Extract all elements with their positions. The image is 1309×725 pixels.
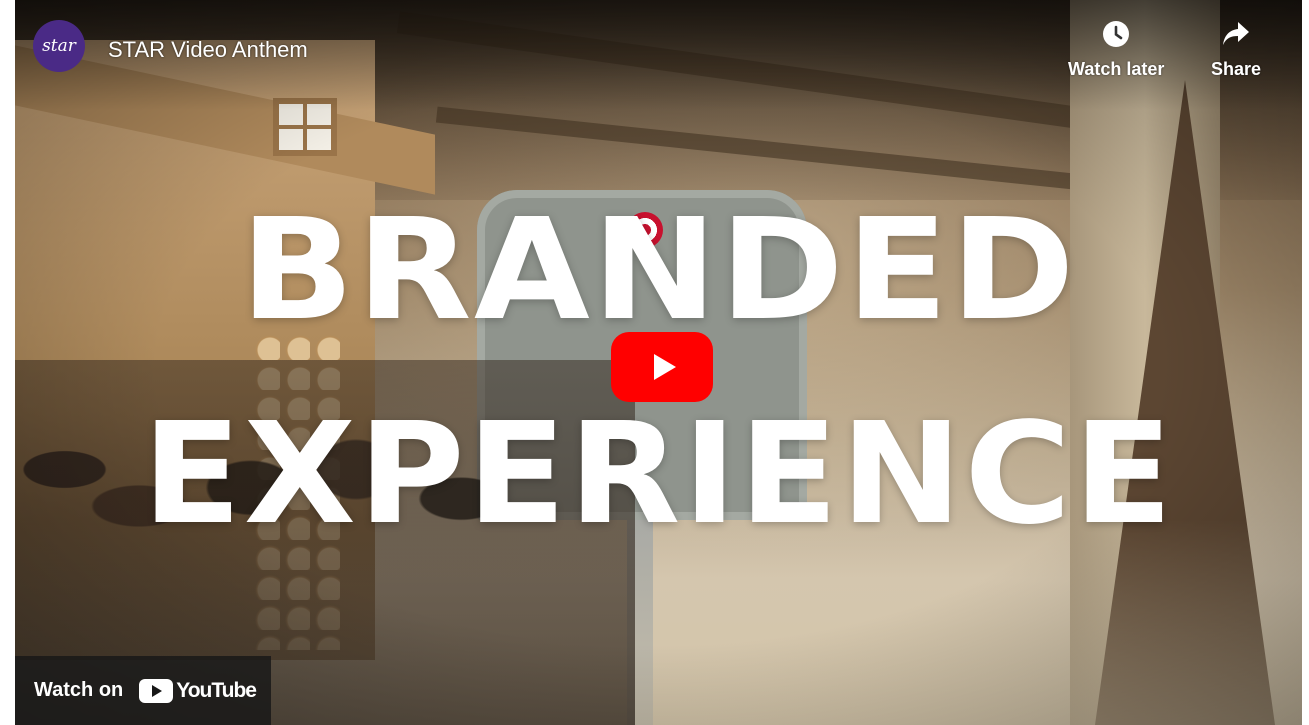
watch-on-youtube-button[interactable]: Watch on YouTube <box>15 656 271 725</box>
watch-on-label: Watch on <box>34 679 124 701</box>
video-title[interactable]: STAR Video Anthem <box>108 36 308 64</box>
overlay-text-line1: BRANDED <box>240 189 1077 352</box>
play-button[interactable] <box>611 332 713 402</box>
channel-avatar[interactable]: star <box>33 20 85 72</box>
share-label: Share <box>1211 59 1262 79</box>
overlay-text-line2: EXPERIENCE <box>142 393 1175 556</box>
share-button[interactable]: Share <box>1211 20 1261 80</box>
play-icon <box>653 354 676 380</box>
video-player[interactable]: BRANDED EXPERIENCE star STAR Video Anthe… <box>15 0 1302 725</box>
channel-avatar-text: star <box>42 36 76 56</box>
youtube-wordmark: YouTube <box>176 678 257 702</box>
watch-later-button[interactable]: Watch later <box>1068 20 1164 80</box>
clock-icon <box>1102 20 1130 53</box>
watch-later-label: Watch later <box>1068 59 1165 79</box>
youtube-play-box <box>139 678 174 703</box>
youtube-logo-icon: YouTube <box>139 678 257 703</box>
share-arrow-icon <box>1221 20 1251 53</box>
